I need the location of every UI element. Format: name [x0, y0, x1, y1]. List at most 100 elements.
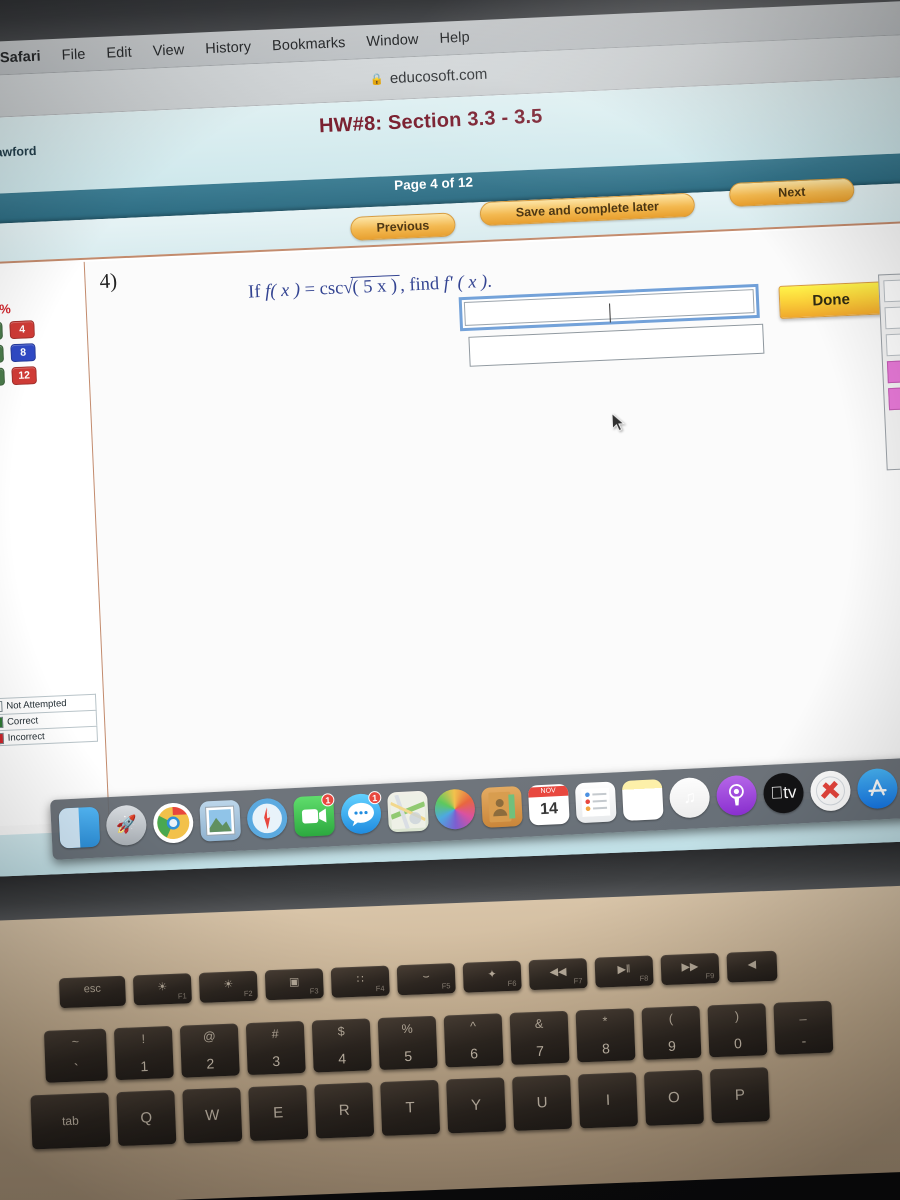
dock-slot-launchpad[interactable]: 🚀: [103, 802, 149, 850]
question-number-grid[interactable]: 2 3 4 6 7 8 10 11 12: [0, 319, 71, 388]
key-f5[interactable]: ⌣ F5: [396, 963, 456, 996]
palette-row-4[interactable]: [886, 360, 900, 384]
key-3[interactable]: # 3: [245, 1020, 306, 1076]
dock-slot-photos[interactable]: [432, 786, 478, 834]
key-5-lower: 5: [403, 1047, 413, 1065]
question-chip-8[interactable]: 8: [10, 343, 37, 363]
key-tab[interactable]: tab: [30, 1092, 111, 1150]
key-f1[interactable]: ☀ F1: [132, 973, 192, 1006]
key-esc[interactable]: esc: [58, 975, 127, 1009]
key-7[interactable]: & 7: [509, 1010, 570, 1065]
palette-row-5[interactable]: [888, 387, 900, 411]
key-q[interactable]: Q: [116, 1089, 177, 1147]
menu-help[interactable]: Help: [439, 29, 470, 46]
key-1[interactable]: ! 1: [113, 1025, 174, 1081]
answer-input-inner[interactable]: [463, 289, 755, 326]
menu-safari[interactable]: Safari: [0, 48, 41, 66]
dock-slot-notes[interactable]: [620, 777, 666, 825]
key-t[interactable]: T: [380, 1079, 441, 1136]
question-chip-7[interactable]: 7: [0, 344, 5, 364]
key-f2-label: F2: [243, 988, 253, 999]
key-f2[interactable]: ☀ F2: [198, 970, 258, 1003]
answer-input-focused[interactable]: [458, 283, 760, 332]
previous-button[interactable]: Previous: [349, 212, 456, 241]
reminders-icon[interactable]: [574, 781, 617, 824]
key-p[interactable]: P: [709, 1067, 770, 1124]
address-bar-url[interactable]: educosoft.com: [390, 66, 488, 87]
key-2[interactable]: @ 2: [179, 1023, 240, 1078]
question-chip-3[interactable]: 3: [0, 321, 4, 341]
appletv-icon[interactable]: tv: [762, 772, 805, 815]
dock-slot-messages[interactable]: 1: [338, 790, 384, 839]
key-9-lower: 9: [667, 1037, 677, 1054]
key-minus[interactable]: _ -: [773, 1000, 834, 1055]
dock-slot-news[interactable]: [807, 768, 853, 816]
key-e[interactable]: E: [248, 1084, 309, 1142]
dock-slot-music[interactable]: ♫: [667, 775, 713, 823]
key-f7[interactable]: ◀◀ F7: [528, 958, 588, 991]
maps-icon[interactable]: [387, 790, 429, 833]
dock-slot-appstore[interactable]: [854, 766, 900, 814]
dock-slot-facetime[interactable]: 1: [291, 793, 337, 841]
news-icon[interactable]: [809, 769, 852, 812]
photos-icon[interactable]: [433, 788, 476, 831]
music-icon[interactable]: ♫: [668, 776, 711, 819]
key-0[interactable]: ) 0: [707, 1003, 768, 1058]
dock-slot-finder[interactable]: [56, 805, 102, 853]
notes-icon[interactable]: [621, 779, 664, 821]
key-y[interactable]: Y: [446, 1077, 507, 1134]
key-8[interactable]: * 8: [575, 1008, 636, 1063]
podcasts-icon[interactable]: [715, 774, 758, 817]
menu-bookmarks[interactable]: Bookmarks: [272, 35, 346, 54]
key-f8[interactable]: ▶‖ F8: [594, 955, 654, 988]
dock-slot-calendar[interactable]: NOV 14: [526, 782, 572, 830]
key-f6[interactable]: ✦ F6: [462, 960, 522, 993]
dock-slot-reminders[interactable]: [573, 779, 619, 827]
contacts-icon[interactable]: [480, 785, 523, 828]
dock-slot-podcasts[interactable]: [714, 772, 760, 820]
dock-slot-appletv[interactable]: tv: [760, 770, 806, 818]
question-chip-11[interactable]: 11: [0, 367, 6, 387]
safari-icon[interactable]: [246, 797, 289, 840]
key-6[interactable]: ^ 6: [443, 1013, 504, 1068]
palette-row-2[interactable]: [884, 306, 900, 330]
preview-icon[interactable]: [199, 799, 242, 842]
key-backtick[interactable]: ~ `: [43, 1028, 108, 1083]
appstore-icon[interactable]: [856, 767, 899, 810]
finder-icon[interactable]: [58, 806, 101, 849]
key-4[interactable]: $ 4: [311, 1018, 372, 1073]
done-button[interactable]: Done: [778, 281, 884, 319]
menu-history[interactable]: History: [205, 39, 251, 57]
dock-slot-contacts[interactable]: [479, 784, 525, 832]
key-u[interactable]: U: [512, 1074, 573, 1131]
palette-row-1[interactable]: [883, 279, 900, 303]
calendar-icon[interactable]: NOV 14: [527, 783, 570, 826]
menu-edit[interactable]: Edit: [106, 44, 132, 61]
key-5[interactable]: % 5: [377, 1015, 438, 1071]
key-o[interactable]: O: [643, 1069, 704, 1126]
dock-slot-maps[interactable]: [385, 788, 431, 836]
math-symbol-palette[interactable]: [878, 273, 900, 471]
dock-slot-safari[interactable]: [244, 795, 290, 843]
key-f10[interactable]: ◀: [726, 950, 778, 983]
key-f9[interactable]: ▶▶ F9: [660, 952, 720, 986]
key-f4[interactable]: ∷ F4: [330, 965, 390, 998]
key-f3[interactable]: ▣ F3: [264, 968, 324, 1001]
menu-view[interactable]: View: [152, 42, 184, 59]
question-chip-4[interactable]: 4: [9, 320, 36, 340]
menu-window[interactable]: Window: [366, 31, 419, 49]
menu-file[interactable]: File: [61, 46, 85, 63]
question-chip-12[interactable]: 12: [11, 366, 38, 386]
chrome-icon[interactable]: [152, 802, 195, 844]
key-w[interactable]: W: [182, 1087, 243, 1144]
key-f8-label: F8: [639, 973, 649, 983]
period: .: [486, 271, 493, 292]
key-i[interactable]: I: [577, 1072, 639, 1129]
palette-row-3[interactable]: [885, 333, 900, 357]
key-r[interactable]: R: [314, 1082, 375, 1139]
dock-slot-chrome[interactable]: [150, 800, 196, 848]
answer-input-secondary[interactable]: [468, 323, 765, 367]
dock-slot-preview[interactable]: [197, 798, 243, 846]
key-9[interactable]: ( 9: [641, 1005, 702, 1060]
launchpad-icon[interactable]: 🚀: [105, 804, 148, 847]
